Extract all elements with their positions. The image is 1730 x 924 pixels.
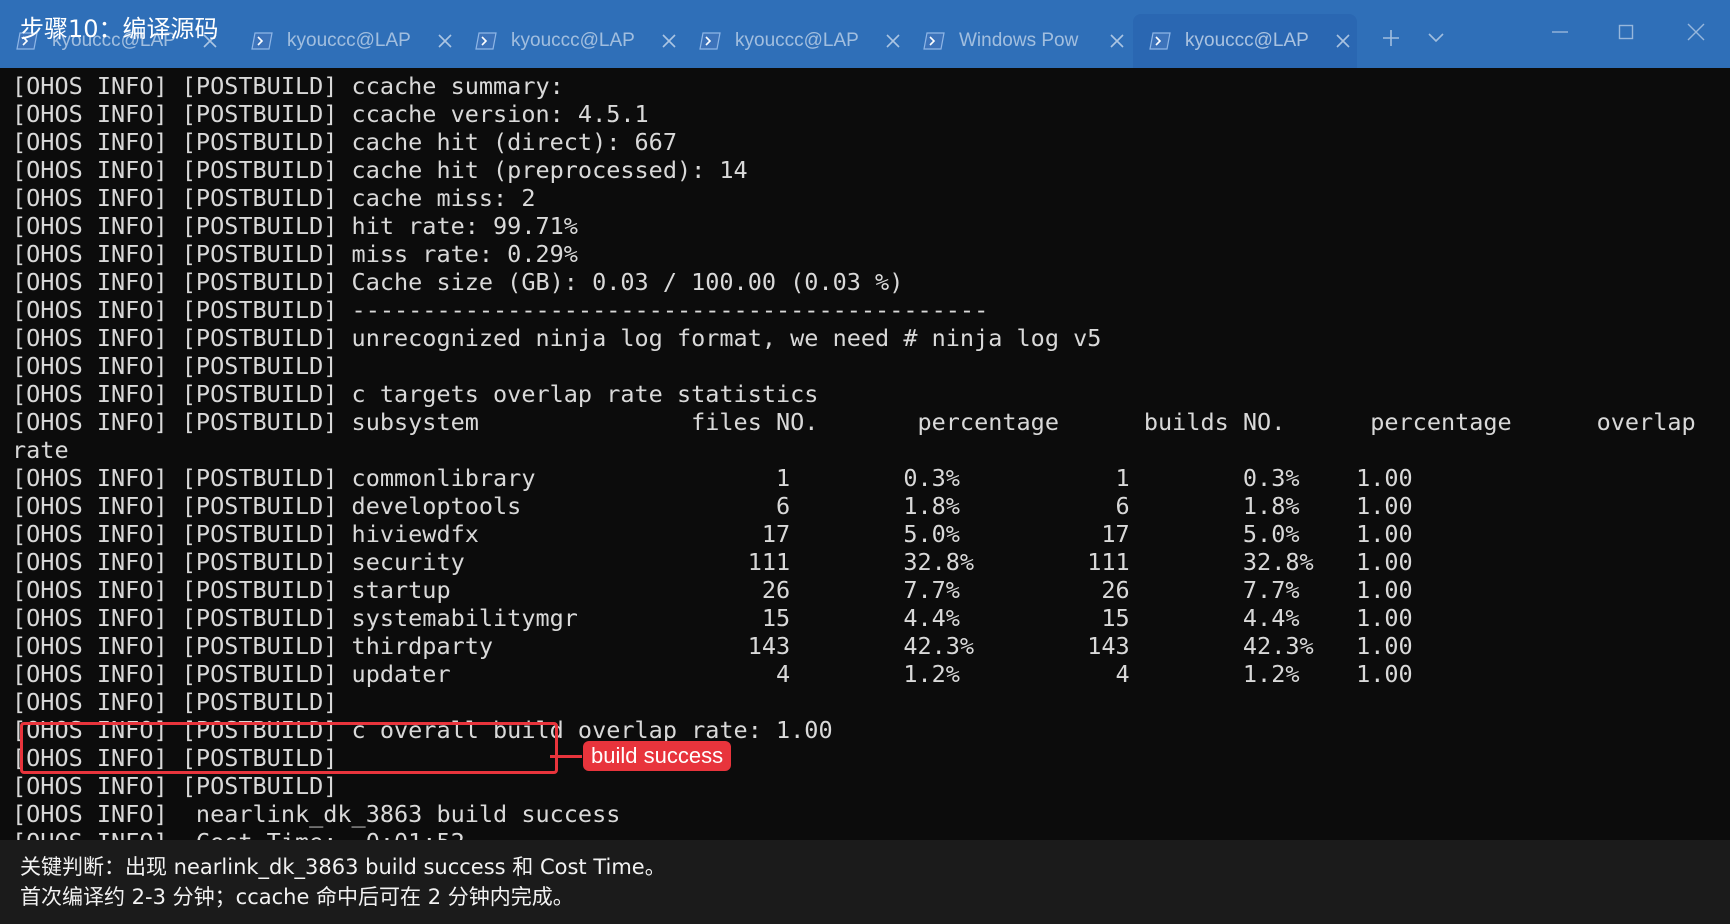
chevron-down-icon: [1428, 33, 1444, 43]
terminal-line: [OHOS INFO] [POSTBUILD] cache miss: 2: [12, 184, 536, 212]
highlight-box: [20, 722, 558, 774]
minimize-icon: [1552, 31, 1568, 33]
caption-panel: 关键判断：出现 nearlink_dk_3863 build success 和…: [0, 840, 1730, 924]
plus-icon: [1383, 30, 1399, 46]
terminal-line: [OHOS INFO] [POSTBUILD] startup 26 7.7% …: [12, 576, 1413, 604]
terminal-line: [OHOS INFO] [POSTBUILD] cache hit (direc…: [12, 128, 677, 156]
terminal-line: [OHOS INFO] [POSTBUILD] developtools 6 1…: [12, 492, 1413, 520]
terminal-line: [OHOS INFO] [POSTBUILD] commonlibrary 1 …: [12, 464, 1413, 492]
tab-label: kyouccc@LAP: [287, 30, 411, 51]
terminal-tab-6-active[interactable]: kyouccc@LAP: [1133, 14, 1357, 68]
tab-close-icon[interactable]: [881, 29, 905, 53]
terminal-line: [OHOS INFO] [POSTBUILD] c targets overla…: [12, 380, 819, 408]
terminal-line: [OHOS INFO] [POSTBUILD] updater 4 1.2% 4…: [12, 660, 1413, 688]
minimize-button[interactable]: [1540, 14, 1580, 50]
terminal-line: [OHOS INFO] [POSTBUILD]: [12, 352, 338, 380]
caption-line-1: 关键判断：出现 nearlink_dk_3863 build success 和…: [20, 855, 666, 879]
tab-close-icon[interactable]: [1105, 29, 1129, 53]
terminal-line: [OHOS INFO] [POSTBUILD] ccache summary:: [12, 72, 564, 100]
terminal-line: [OHOS INFO] Cost Time: 0:01:52: [12, 828, 1730, 840]
powershell-icon: [699, 32, 721, 50]
terminal-line: rate: [12, 436, 69, 464]
terminal-line: [OHOS INFO] [POSTBUILD] cache hit (prepr…: [12, 156, 748, 184]
terminal-tab-5[interactable]: Windows Pow: [907, 14, 1129, 68]
new-tab-button[interactable]: [1373, 20, 1409, 56]
title-bar: kyouccc@LAP kyouccc@LAP kyouccc@LAP kyou…: [0, 0, 1730, 68]
terminal-line: [OHOS INFO] [POSTBUILD] security 111 32.…: [12, 548, 1413, 576]
terminal-tab-2[interactable]: kyouccc@LAP: [235, 14, 457, 68]
tab-label: Windows Pow: [959, 30, 1079, 51]
tab-dropdown-button[interactable]: [1418, 20, 1454, 56]
tab-label: kyouccc@LAP: [1185, 30, 1309, 51]
close-icon: [1687, 23, 1705, 41]
terminal-tab-4[interactable]: kyouccc@LAP: [683, 14, 905, 68]
terminal-line: [OHOS INFO] [POSTBUILD] thirdparty 143 4…: [12, 632, 1413, 660]
tab-label: kyouccc@LAP: [511, 30, 635, 51]
terminal-line: [OHOS INFO] [POSTBUILD] miss rate: 0.29%: [12, 240, 578, 268]
step-title: 步骤10：编译源码: [20, 15, 219, 43]
terminal-line: [OHOS INFO] [POSTBUILD]: [12, 688, 338, 716]
terminal-line: [OHOS INFO] [POSTBUILD] unrecognized nin…: [12, 324, 1102, 352]
terminal-scrollbar[interactable]: [1718, 70, 1726, 836]
callout-connector: [550, 755, 582, 758]
terminal-tab-3[interactable]: kyouccc@LAP: [459, 14, 681, 68]
powershell-icon: [1149, 32, 1171, 50]
terminal-line: [OHOS INFO] [POSTBUILD] ccache version: …: [12, 100, 649, 128]
build-success-callout: build success: [583, 741, 732, 771]
tab-close-icon[interactable]: [1331, 29, 1355, 53]
terminal-line: [OHOS INFO] [POSTBUILD] hit rate: 99.71%: [12, 212, 578, 240]
terminal-line: [OHOS INFO] nearlink_dk_3863 build succe…: [12, 800, 621, 828]
powershell-icon: [251, 32, 273, 50]
tab-label: kyouccc@LAP: [735, 30, 859, 51]
caption-line-2: 首次编译约 2-3 分钟；ccache 命中后可在 2 分钟内完成。: [20, 885, 574, 909]
maximize-button[interactable]: [1606, 14, 1646, 50]
tab-close-icon[interactable]: [657, 29, 681, 53]
terminal-line: [OHOS INFO] [POSTBUILD] subsystem files …: [12, 408, 1696, 436]
terminal-line: [OHOS INFO] [POSTBUILD] ----------------…: [12, 296, 989, 324]
tab-close-icon[interactable]: [433, 29, 457, 53]
powershell-icon: [923, 32, 945, 50]
close-window-button[interactable]: [1676, 14, 1716, 50]
terminal-line: [OHOS INFO] [POSTBUILD]: [12, 772, 338, 800]
powershell-icon: [475, 32, 497, 50]
maximize-icon: [1618, 24, 1634, 40]
terminal-line: [OHOS INFO] [POSTBUILD] Cache size (GB):…: [12, 268, 904, 296]
terminal-line: [OHOS INFO] [POSTBUILD] hiviewdfx 17 5.0…: [12, 520, 1413, 548]
terminal-line: [OHOS INFO] [POSTBUILD] systemabilitymgr…: [12, 604, 1413, 632]
